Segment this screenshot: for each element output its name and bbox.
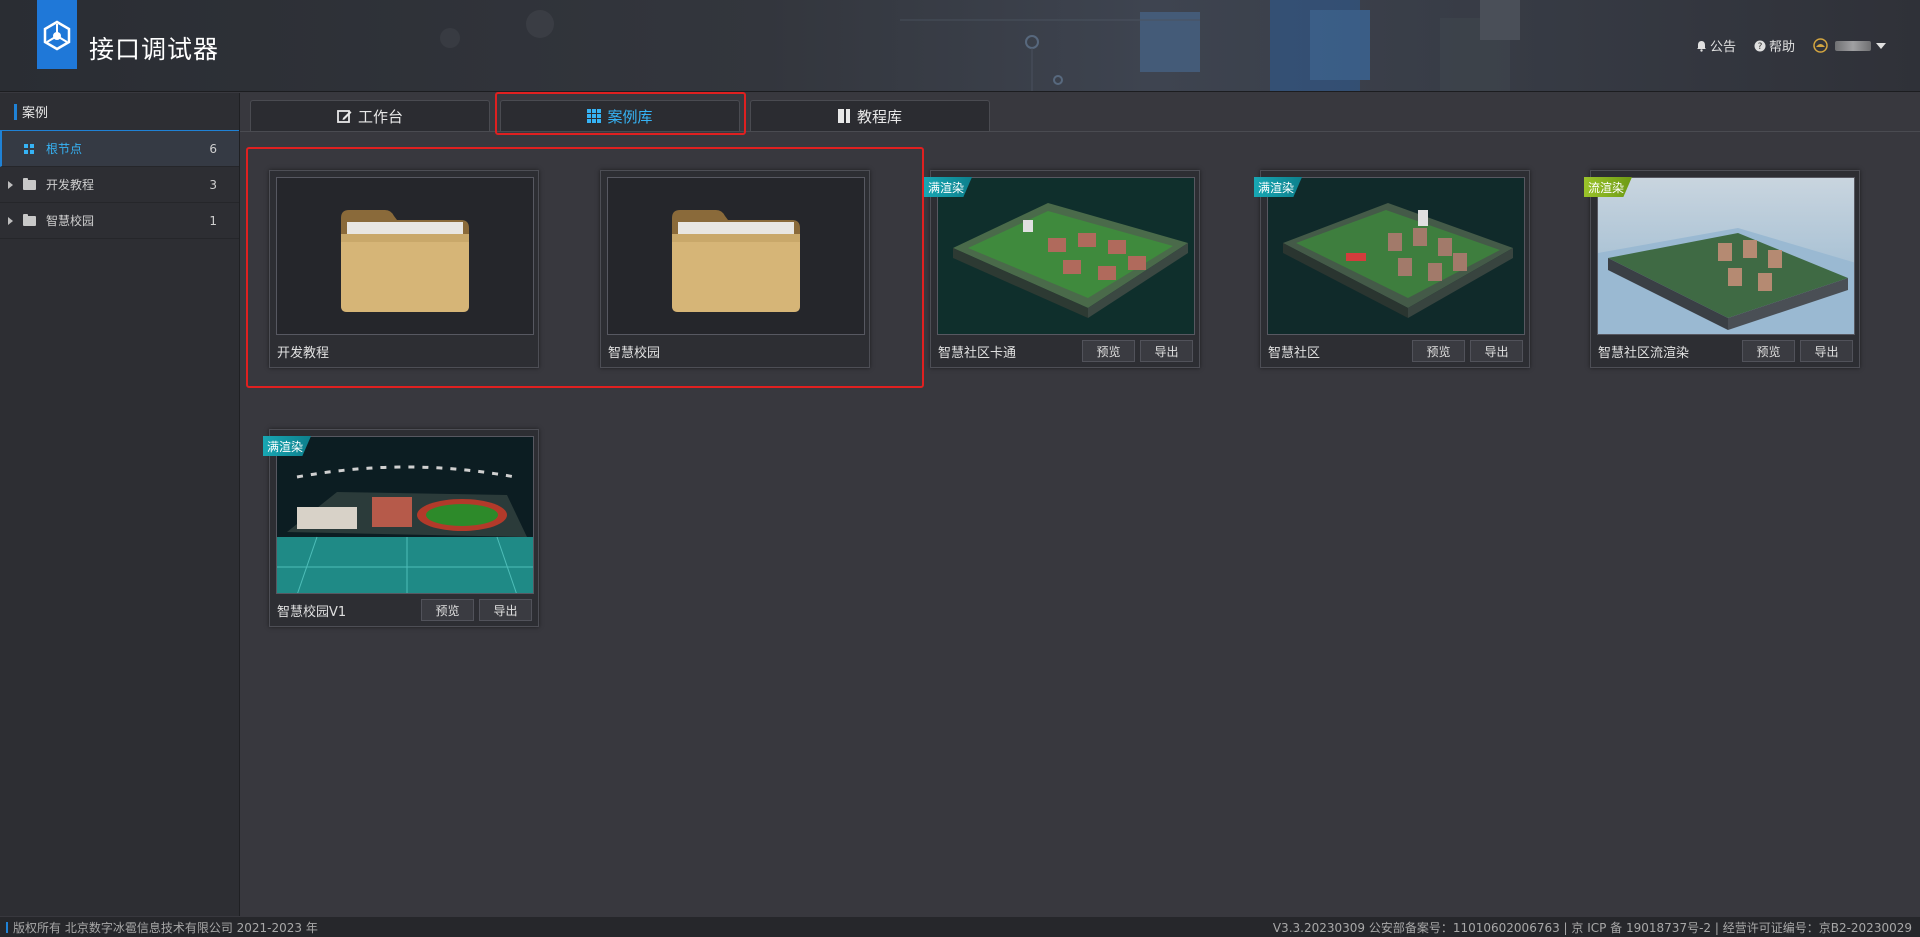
tab-label: 案例库 (607, 107, 653, 126)
export-button[interactable]: 导出 (1800, 340, 1853, 362)
header-decoration (440, 0, 1520, 91)
tree-item-label: 开发教程 (46, 178, 95, 192)
case-card-community-stream[interactable]: 流渲染 智慧社区流渲染 预览 导出 (1584, 170, 1860, 368)
case-card-community-cartoon[interactable]: 满渲染 智慧社区卡通 预览 导出 (924, 170, 1200, 368)
case-thumbnail (1597, 177, 1855, 335)
tab-label: 工作台 (357, 107, 403, 126)
tab-label: 教程库 (856, 107, 902, 126)
card-actions: 预览 导出 (1737, 340, 1853, 362)
announcement-label: 公告 (1709, 40, 1736, 55)
user-menu[interactable] (1813, 38, 1890, 53)
folder-icon (23, 177, 36, 190)
version-info: V3.3.20230309 公安部备案号：11010602006763 | 京 … (1272, 920, 1912, 935)
sidebar-title: 案例 (0, 93, 239, 131)
preview-button[interactable]: 预览 (1412, 340, 1465, 362)
folder-icon (672, 210, 800, 312)
scene-preview-image (1598, 178, 1854, 334)
book-icon (837, 109, 850, 123)
bell-icon (1696, 40, 1706, 52)
tree-item-count: 6 (209, 141, 217, 156)
tab-case-library[interactable]: 案例库 (500, 100, 740, 131)
case-thumbnail (937, 177, 1195, 335)
scene-preview-image (938, 178, 1194, 334)
folder-icon (23, 213, 36, 226)
card-actions: 预览 导出 (416, 599, 532, 621)
announcement-link[interactable]: 公告 (1696, 36, 1736, 55)
grid-icon (24, 143, 34, 154)
main-tabs: 工作台 案例库 教程库 (250, 100, 1000, 131)
tree-item-dev-tutorial[interactable]: 开发教程 3 (0, 167, 239, 203)
expand-arrow-icon[interactable] (8, 180, 13, 189)
case-name: 智慧校园V1 (277, 605, 347, 620)
preview-button[interactable]: 预览 (1082, 340, 1135, 362)
preview-button[interactable]: 预览 (421, 599, 474, 621)
case-thumbnail (1267, 177, 1525, 335)
logo-icon (43, 20, 71, 50)
folder-thumbnail (607, 177, 865, 335)
svg-text:?: ? (1758, 42, 1763, 52)
export-button[interactable]: 导出 (1470, 340, 1523, 362)
folder-icon (341, 210, 469, 312)
avatar-icon (1813, 38, 1828, 53)
case-name: 智慧社区卡通 (938, 346, 1017, 361)
app-logo[interactable] (37, 0, 77, 69)
tree-item-count: 1 (209, 213, 217, 228)
tab-workbench[interactable]: 工作台 (250, 100, 490, 131)
footer: 版权所有 北京数字冰雹信息技术有限公司 2021-2023 年 V3.3.202… (0, 917, 1920, 937)
folder-card-smart-campus[interactable]: 智慧校园 (600, 170, 870, 368)
sidebar: 案例 根节点 6 开发教程 3 智慧校园 1 (0, 93, 240, 916)
title-accent-bar (14, 103, 17, 120)
tree-item-smart-campus[interactable]: 智慧校园 1 (0, 203, 239, 239)
edit-icon (337, 109, 352, 123)
app-header: 接口调试器 公告 ? 帮助 (0, 0, 1920, 92)
tree-item-label: 智慧校园 (46, 214, 95, 228)
card-actions: 预览 导出 (1407, 340, 1523, 362)
grid-icon (587, 109, 602, 123)
sidebar-title-text: 案例 (22, 106, 49, 121)
folder-card-dev-tutorial[interactable]: 开发教程 (269, 170, 539, 368)
export-button[interactable]: 导出 (1140, 340, 1193, 362)
username-redacted (1835, 40, 1871, 51)
folder-thumbnail (276, 177, 534, 335)
export-button[interactable]: 导出 (479, 599, 532, 621)
help-icon: ? (1754, 40, 1766, 52)
case-card-smart-campus-v1[interactable]: 满渲染 智慧校园V1 预览 导出 (263, 429, 539, 627)
footer-left: 版权所有 北京数字冰雹信息技术有限公司 2021-2023 年 (6, 919, 318, 936)
caret-down-icon (1876, 42, 1886, 49)
expand-arrow-icon[interactable] (8, 216, 13, 225)
tab-divider (240, 131, 1920, 132)
tree-item-count: 3 (209, 177, 217, 192)
tab-tutorial-library[interactable]: 教程库 (750, 100, 990, 131)
help-link[interactable]: ? 帮助 (1754, 36, 1795, 55)
header-actions: 公告 ? 帮助 (1678, 36, 1890, 55)
footer-accent-bar (6, 921, 8, 933)
case-thumbnail (276, 436, 534, 594)
tree-item-label: 根节点 (46, 142, 83, 156)
tree-item-root[interactable]: 根节点 6 (0, 131, 239, 167)
help-label: 帮助 (1768, 40, 1795, 55)
folder-name: 智慧校园 (608, 346, 661, 361)
case-name: 智慧社区流渲染 (1598, 346, 1690, 361)
card-actions: 预览 导出 (1077, 340, 1193, 362)
folder-name: 开发教程 (277, 346, 330, 361)
preview-button[interactable]: 预览 (1742, 340, 1795, 362)
app-title: 接口调试器 (89, 35, 220, 64)
copyright-text: 版权所有 北京数字冰雹信息技术有限公司 2021-2023 年 (13, 920, 318, 935)
case-card-community[interactable]: 满渲染 智慧社区 预览 导出 (1254, 170, 1530, 368)
scene-preview-image (277, 437, 533, 593)
case-name: 智慧社区 (1268, 346, 1321, 361)
scene-preview-image (1268, 178, 1524, 334)
